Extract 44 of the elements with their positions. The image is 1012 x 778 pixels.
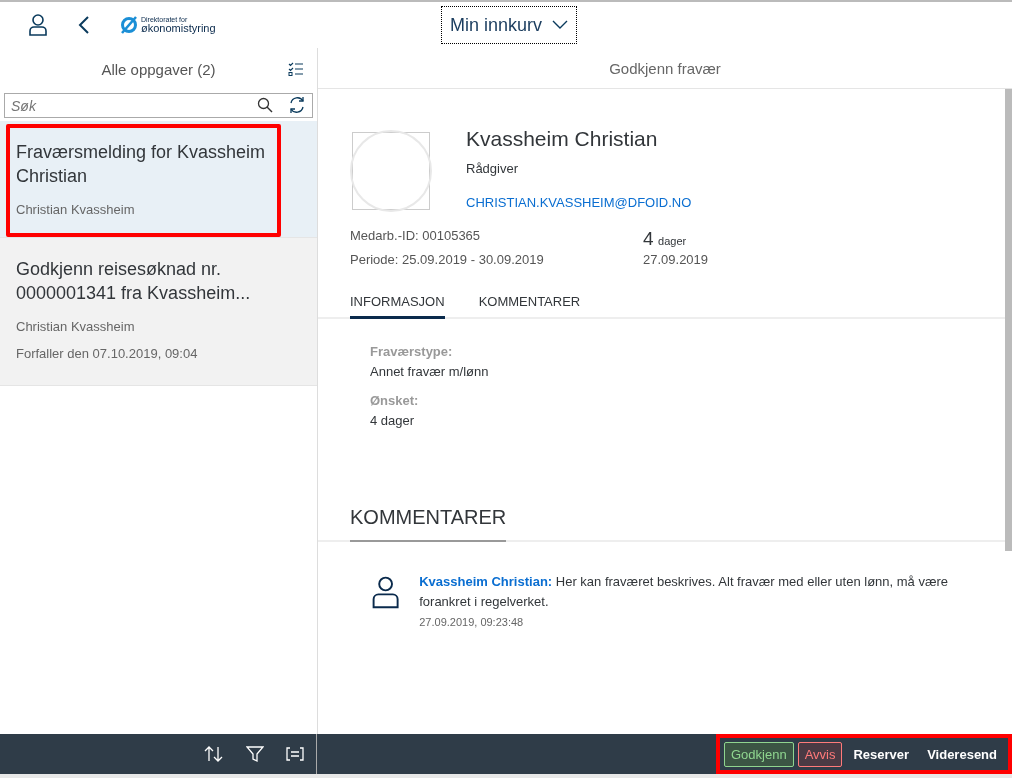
number-value: 4 [643,228,654,249]
action-button[interactable]: Godkjenn [724,741,794,767]
task-item[interactable]: Fraværsmelding for Kvassheim Christian Christian Kvassheim [0,121,317,238]
back-icon[interactable] [78,16,90,34]
filter-icon[interactable] [246,745,264,763]
user-icon[interactable] [28,14,48,36]
employee-name: Kvassheim Christian [466,127,659,151]
search-icon[interactable] [257,97,273,113]
action-button[interactable]: Videresend [920,741,1004,767]
email-link[interactable]: CHRISTIAN.KVASSHEIM@DFOID.NO [466,195,692,210]
field-value: 4 dager [370,413,416,428]
number-unit: dager [658,235,687,247]
multi-select-icon[interactable] [288,61,304,77]
tab[interactable]: KOMMENTARER [478,294,581,319]
comment-time: 27.09.2019, 09:23:48 [419,616,525,628]
task-item[interactable]: Godkjenn reisesøknad nr. 0000001341 fra Kvassheim... Christian Kvassheim Forfaller den 07.10.2019, 09:04 [0,238,317,386]
logo-text: økonomistyring [141,23,216,34]
field-value: Annet fravær m/lønn [370,364,490,379]
action-button[interactable]: Avvis [797,741,843,767]
view-selector[interactable]: Min innkurv [441,6,578,44]
refresh-icon[interactable] [288,96,306,114]
attribute-text: Periode: 25.09.2019 - 30.09.2019 [350,252,545,267]
field-label: Fraværstype: [370,344,454,359]
caret-icon [552,20,569,30]
sort-icon[interactable] [204,745,224,763]
task-info: Christian Kvassheim [16,202,136,217]
comment-text: Kvassheim Christian: Her kan fraværet beskrives. Alt fravær med eller uten lønn, må være forankret i regelverket. [419,573,949,611]
task-title: Fraværsmelding for Kvassheim Christian [16,141,267,188]
group-icon[interactable] [286,746,304,762]
employee-role: Rådgiver [466,161,520,176]
action-button[interactable]: Reserver [846,741,917,767]
attribute-text: Medarb.-ID: 00105365 [350,228,482,243]
field-label: Ønsket: [370,393,420,408]
task-info: Christian Kvassheim [16,319,136,334]
list-title: Alle oppgaver (2) [101,60,216,78]
date-text: 27.09.2019 [643,252,709,267]
search-field[interactable]: Søk [4,93,313,118]
logo-icon [120,15,138,35]
section-title: KOMMENTARER [350,506,507,542]
detail-title: Godkjenn fravær [609,59,721,77]
task-title: Godkjenn reisesøknad nr. 0000001341 fra Kvassheim... [16,258,252,305]
task-info: Forfaller den 07.10.2019, 09:04 [16,346,199,361]
scrollbar[interactable] [1005,89,1012,551]
tab[interactable]: INFORMASJON [350,294,445,319]
